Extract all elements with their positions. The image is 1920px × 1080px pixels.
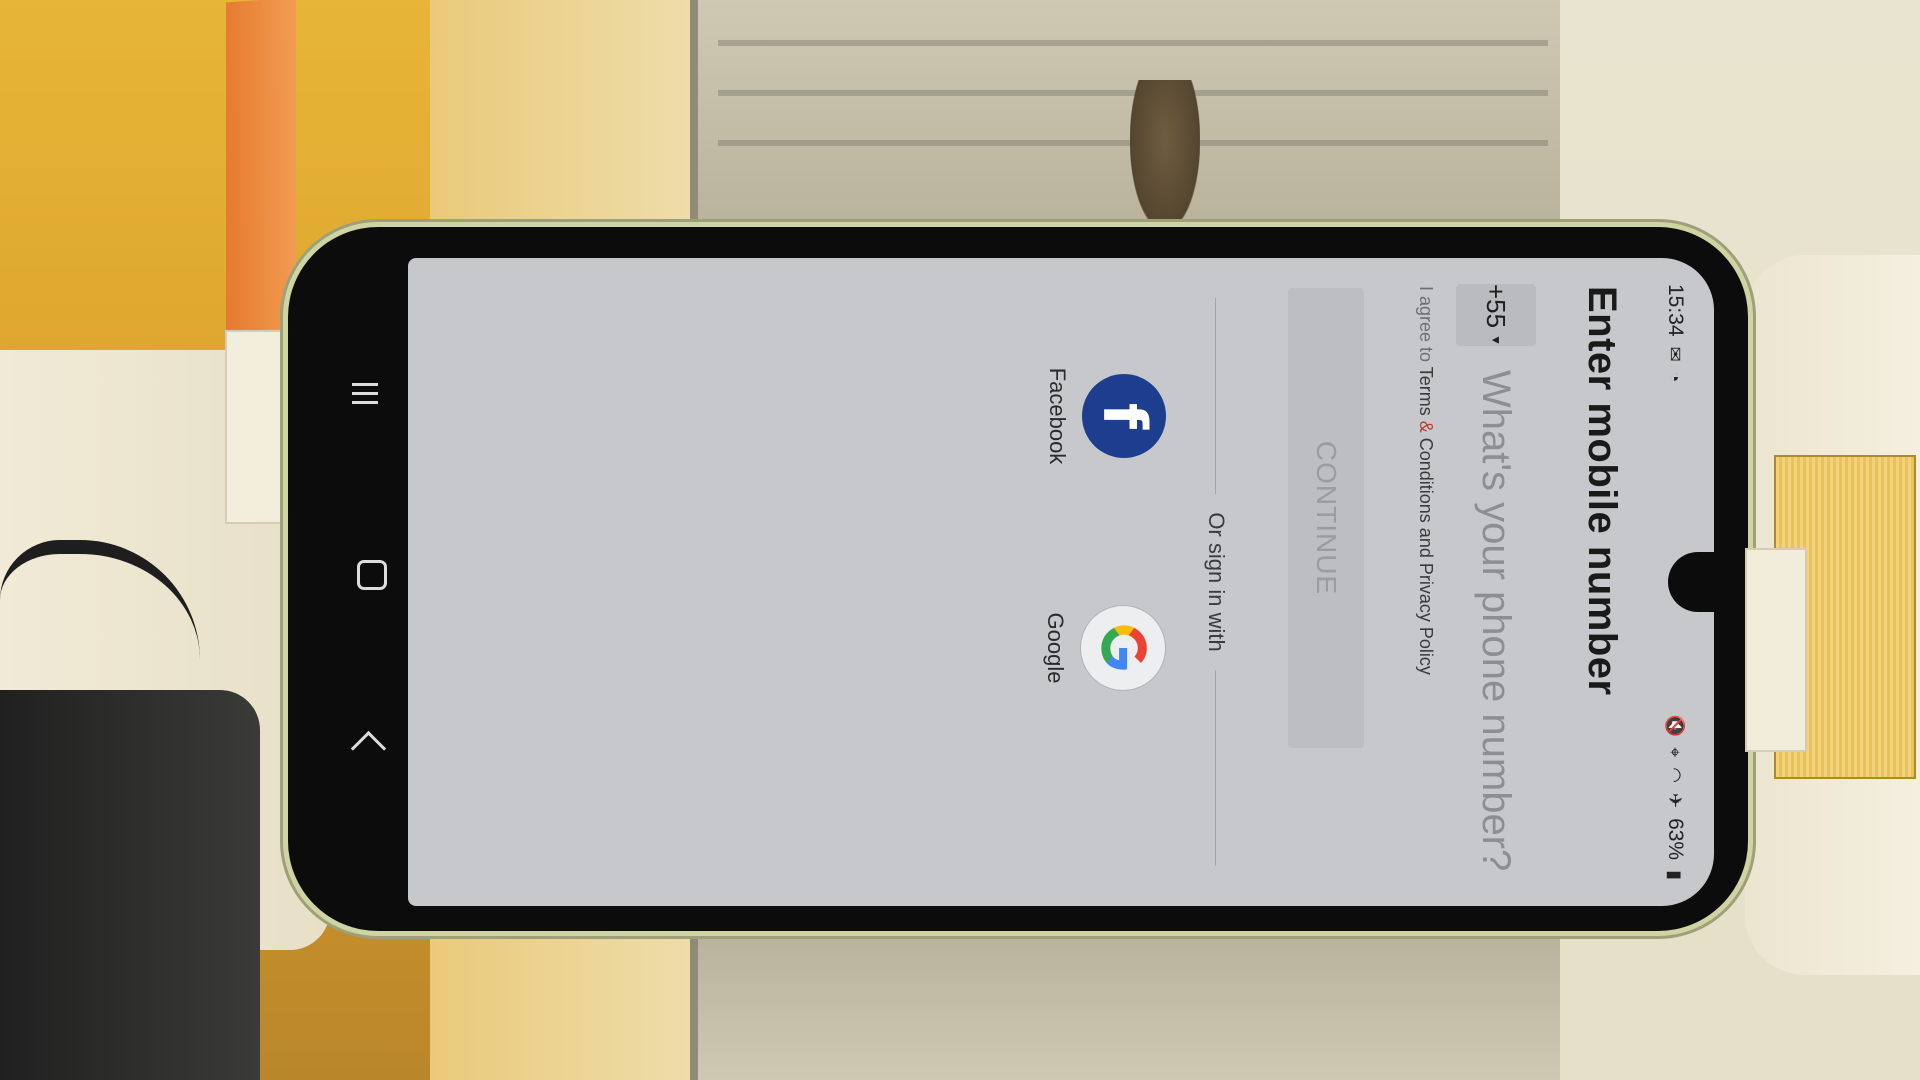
battery-level: 63% xyxy=(1664,818,1687,861)
country-code-value: +55 xyxy=(1481,284,1512,329)
facebook-label: Facebook xyxy=(1045,367,1070,465)
terms-link[interactable]: Terms xyxy=(1416,367,1436,416)
terms-notice: I agree to Terms & Conditions and Privac… xyxy=(1415,286,1436,675)
phone-clamp-left xyxy=(225,330,294,524)
google-signin-button[interactable]: Google xyxy=(1042,588,1166,708)
background-orange-banner xyxy=(226,0,296,333)
google-label: Google xyxy=(1043,612,1068,684)
google-icon xyxy=(1080,605,1166,691)
facebook-signin-button[interactable]: f Facebook xyxy=(1044,356,1166,476)
terms-ampersand: & xyxy=(1416,415,1436,438)
clock: 15:34 xyxy=(1664,284,1687,337)
divider-line xyxy=(1215,298,1217,495)
phone-screen: 15:34 ✉ ◔ 🔇 ⌖ ◠ ✈ 63% ▮ Enter mobile num… xyxy=(408,258,1714,906)
mail-icon: ✉ xyxy=(1665,346,1686,362)
mute-icon: 🔇 xyxy=(1665,714,1686,738)
airplane-icon: ✈ xyxy=(1665,792,1686,809)
home-icon[interactable] xyxy=(357,560,387,590)
wifi-icon: ◠ xyxy=(1665,767,1686,783)
divider-text: Or sign in with xyxy=(1204,512,1229,652)
continue-button[interactable]: CONTINUE xyxy=(1288,288,1364,748)
sync-icon: ◔ xyxy=(1665,371,1686,383)
or-divider: Or sign in with xyxy=(1204,298,1229,867)
battery-icon: ▮ xyxy=(1665,870,1686,880)
background-figure xyxy=(1130,80,1200,230)
phone-clamp-right xyxy=(1745,548,1807,752)
camera-body xyxy=(0,690,260,1080)
facebook-icon: f xyxy=(1082,374,1166,458)
country-code-selector[interactable]: +55 ▼ xyxy=(1456,284,1536,346)
recents-icon[interactable] xyxy=(352,383,382,405)
terms-prefix: I agree to xyxy=(1416,286,1436,367)
chevron-down-icon: ▼ xyxy=(1489,334,1503,346)
camera-notch xyxy=(1668,552,1728,612)
page-title: Enter mobile number xyxy=(1580,286,1624,696)
phone-entry-row: +55 ▼ xyxy=(1456,284,1536,885)
location-icon: ⌖ xyxy=(1665,747,1686,758)
app-content: 15:34 ✉ ◔ 🔇 ⌖ ◠ ✈ 63% ▮ Enter mobile num… xyxy=(408,258,1714,906)
phone-number-input[interactable] xyxy=(1460,370,1532,885)
background-frame-bottom xyxy=(690,930,1576,1080)
divider-line xyxy=(1215,669,1217,867)
privacy-link[interactable]: Conditions and Privacy Policy xyxy=(1416,438,1436,675)
